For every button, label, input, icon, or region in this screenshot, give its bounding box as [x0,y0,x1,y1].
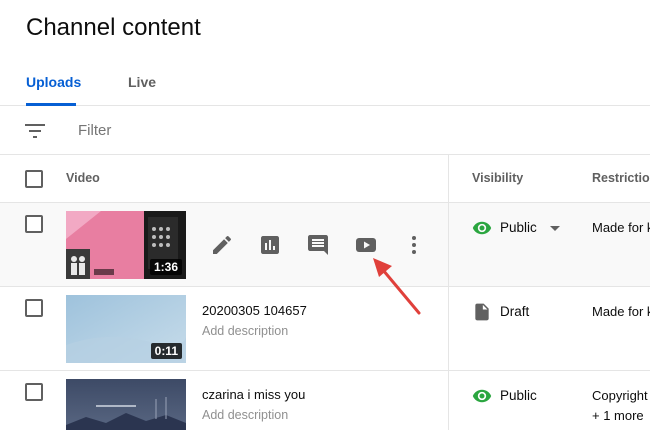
video-title[interactable]: czarina i miss you [202,387,305,402]
visibility-label: Draft [500,304,530,319]
edit-icon[interactable] [210,233,234,257]
column-header-video[interactable]: Video [66,171,100,185]
table-row[interactable]: 0:11 20200305 104657 Add description Dra… [0,287,650,371]
row-checkbox[interactable] [25,383,43,401]
visibility-label: Public [500,220,537,235]
visibility-dropdown-icon[interactable] [550,226,560,231]
page-title: Channel content [26,14,201,41]
video-thumbnail[interactable]: 0:11 [66,295,186,363]
restriction-label: Copyright [592,388,648,403]
restriction-label: Made for kids [592,220,650,235]
column-header-visibility[interactable]: Visibility [472,171,523,185]
draft-document-icon [475,303,489,321]
column-header-restrictions[interactable]: Restrictions [592,171,650,185]
visibility-label: Public [500,388,537,403]
video-thumbnail[interactable] [66,379,186,430]
eye-icon [472,389,492,403]
analytics-icon[interactable] [258,233,282,257]
comments-icon[interactable] [306,233,330,257]
table-row[interactable]: 1:36 Public Made for kids [0,203,650,287]
tab-live[interactable]: Live [128,74,156,90]
youtube-play-icon[interactable] [354,233,378,257]
video-description[interactable]: Add description [202,324,288,338]
video-duration: 1:36 [149,259,182,275]
active-tab-indicator [26,103,76,106]
tab-bar: Uploads Live [0,62,650,106]
video-description[interactable]: Add description [202,408,288,422]
filter-list-icon[interactable] [25,123,45,139]
filter-input[interactable] [78,122,378,139]
eye-icon [472,221,492,235]
table-row[interactable]: czarina i miss you Add description Publi… [0,371,650,430]
restriction-label: Made for kids [592,304,650,319]
more-vert-icon[interactable] [402,233,426,257]
row-checkbox[interactable] [25,299,43,317]
table-header: Video Visibility Restrictions [0,155,650,203]
select-all-checkbox[interactable] [25,170,43,188]
thumbnail-image [66,379,186,430]
tab-uploads[interactable]: Uploads [26,74,81,90]
video-title[interactable]: 20200305 104657 [202,303,307,318]
filter-bar [0,107,650,155]
restriction-more-link[interactable]: + 1 more [592,408,644,423]
video-thumbnail[interactable]: 1:36 [66,211,186,279]
video-duration: 0:11 [150,343,182,359]
row-checkbox[interactable] [25,215,43,233]
column-divider [448,155,449,430]
